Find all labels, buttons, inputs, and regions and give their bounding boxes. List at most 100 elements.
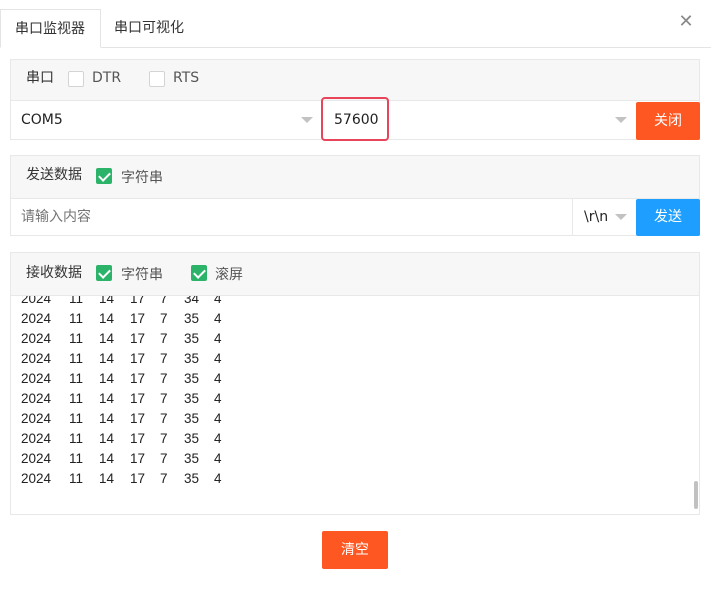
receive-cell: 11	[69, 391, 84, 406]
receive-cell: 35	[184, 371, 200, 386]
send-string-label: 字符串	[121, 170, 163, 186]
receive-cell: 35	[184, 311, 200, 326]
receive-panel-header: 接收数据 字符串 滚屏	[11, 253, 699, 296]
tab-bar: 串口监视器 串口可视化	[0, 0, 711, 48]
receive-cell: 11	[69, 351, 84, 366]
receive-cell: 4	[214, 451, 222, 466]
receive-cell: 17	[130, 296, 146, 306]
receive-cell: 2024	[21, 371, 52, 386]
clear-button[interactable]: 清空	[322, 531, 388, 569]
receive-cell: 17	[130, 351, 146, 366]
receive-cell: 4	[214, 351, 222, 366]
receive-line: 2024 11 14 17 7 35 4	[11, 449, 691, 469]
receive-cell: 2024	[21, 391, 52, 406]
receive-line: 2024 11 14 17 7 35 4	[11, 469, 691, 489]
receive-cell: 14	[99, 471, 115, 486]
receive-line: 2024 11 14 17 7 35 4	[11, 309, 691, 329]
receive-line: 2024 11 14 17 7 35 4	[11, 369, 691, 389]
receive-cell: 14	[99, 371, 115, 386]
receive-cell: 7	[160, 431, 168, 446]
receive-cell: 4	[214, 471, 222, 486]
send-string-checkbox[interactable]	[96, 168, 112, 184]
chevron-down-icon	[301, 117, 313, 123]
receive-cell: 4	[214, 371, 222, 386]
serial-panel-header: 串口 DTR RTS	[11, 60, 699, 101]
receive-cell: 17	[130, 391, 146, 406]
receive-cell: 2024	[21, 331, 52, 346]
receive-cell: 11	[69, 331, 84, 346]
receive-cell: 35	[184, 431, 200, 446]
receive-cell: 17	[130, 371, 146, 386]
receive-cell: 11	[69, 431, 84, 446]
receive-cell: 4	[214, 391, 222, 406]
dtr-label: DTR	[92, 70, 122, 86]
receive-cell: 7	[160, 351, 168, 366]
receive-cell: 7	[160, 311, 168, 326]
receive-line: 2024 11 14 17 7 34 4	[11, 296, 691, 309]
receive-cell: 17	[130, 451, 146, 466]
port-value: COM5	[21, 112, 63, 128]
receive-cell: 2024	[21, 411, 52, 426]
line-ending-select[interactable]: \r\n	[572, 199, 634, 235]
send-panel: 发送数据 字符串 \r\n 发送	[10, 155, 700, 236]
receive-cell: 14	[99, 391, 115, 406]
receive-cell: 11	[69, 411, 84, 426]
receive-cell: 7	[160, 411, 168, 426]
receive-cell: 17	[130, 411, 146, 426]
autoscroll-checkbox[interactable]	[191, 265, 207, 281]
receive-cell: 2024	[21, 311, 52, 326]
receive-cell: 14	[99, 351, 115, 366]
line-ending-value: \r\n	[584, 209, 609, 225]
receive-cell: 7	[160, 451, 168, 466]
rts-label: RTS	[173, 70, 200, 86]
receive-cell: 2024	[21, 471, 52, 486]
chevron-down-icon	[615, 117, 627, 123]
rts-checkbox[interactable]	[149, 71, 165, 87]
close-icon[interactable]: ✕	[678, 13, 694, 31]
receive-cell: 2024	[21, 351, 52, 366]
serial-title: 串口	[26, 70, 54, 86]
receive-cell: 7	[160, 296, 168, 306]
receive-cell: 7	[160, 391, 168, 406]
receive-cell: 11	[69, 451, 84, 466]
receive-cell: 35	[184, 391, 200, 406]
receive-cell: 4	[214, 296, 222, 306]
dtr-checkbox[interactable]	[68, 71, 84, 87]
receive-output[interactable]: 2024 11 14 17 7 34 4 2024 11 14 17 7 35 4 2024 11 14 17 7 3…	[11, 296, 699, 514]
receive-cell: 35	[184, 451, 200, 466]
receive-cell: 11	[69, 311, 84, 326]
receive-string-label: 字符串	[121, 267, 163, 283]
receive-cell: 35	[184, 411, 200, 426]
receive-cell: 4	[214, 331, 222, 346]
receive-line: 2024 11 14 17 7 35 4	[11, 389, 691, 409]
receive-string-checkbox[interactable]	[96, 265, 112, 281]
receive-cell: 11	[69, 371, 84, 386]
receive-cell: 4	[214, 311, 222, 326]
receive-cell: 17	[130, 331, 146, 346]
tab-serial-visualization[interactable]: 串口可视化	[114, 9, 184, 48]
send-panel-header: 发送数据 字符串	[11, 156, 699, 199]
send-button[interactable]: 发送	[636, 199, 700, 236]
send-input[interactable]	[11, 199, 571, 235]
receive-line: 2024 11 14 17 7 35 4	[11, 429, 691, 449]
receive-cell: 4	[214, 431, 222, 446]
tab-serial-monitor[interactable]: 串口监视器	[0, 9, 101, 48]
port-select[interactable]: COM5	[11, 101, 319, 139]
receive-cell: 7	[160, 331, 168, 346]
receive-cell: 2024	[21, 451, 52, 466]
receive-cell: 11	[69, 471, 84, 486]
receive-cell: 35	[184, 331, 200, 346]
receive-cell: 7	[160, 371, 168, 386]
receive-cell: 14	[99, 451, 115, 466]
scrollbar-thumb[interactable]	[694, 481, 698, 509]
receive-line: 2024 11 14 17 7 35 4	[11, 329, 691, 349]
receive-cell: 17	[130, 311, 146, 326]
receive-cell: 17	[130, 471, 146, 486]
close-port-button[interactable]: 关闭	[636, 102, 700, 140]
chevron-down-icon	[615, 214, 627, 220]
receive-cell: 34	[184, 296, 200, 306]
baud-highlight-box	[321, 97, 389, 141]
receive-panel: 接收数据 字符串 滚屏 2024 11 14 17 7 34 4 2024 11 14 17 7 35 4…	[10, 252, 700, 515]
receive-cell: 14	[99, 331, 115, 346]
send-title: 发送数据	[26, 167, 82, 183]
